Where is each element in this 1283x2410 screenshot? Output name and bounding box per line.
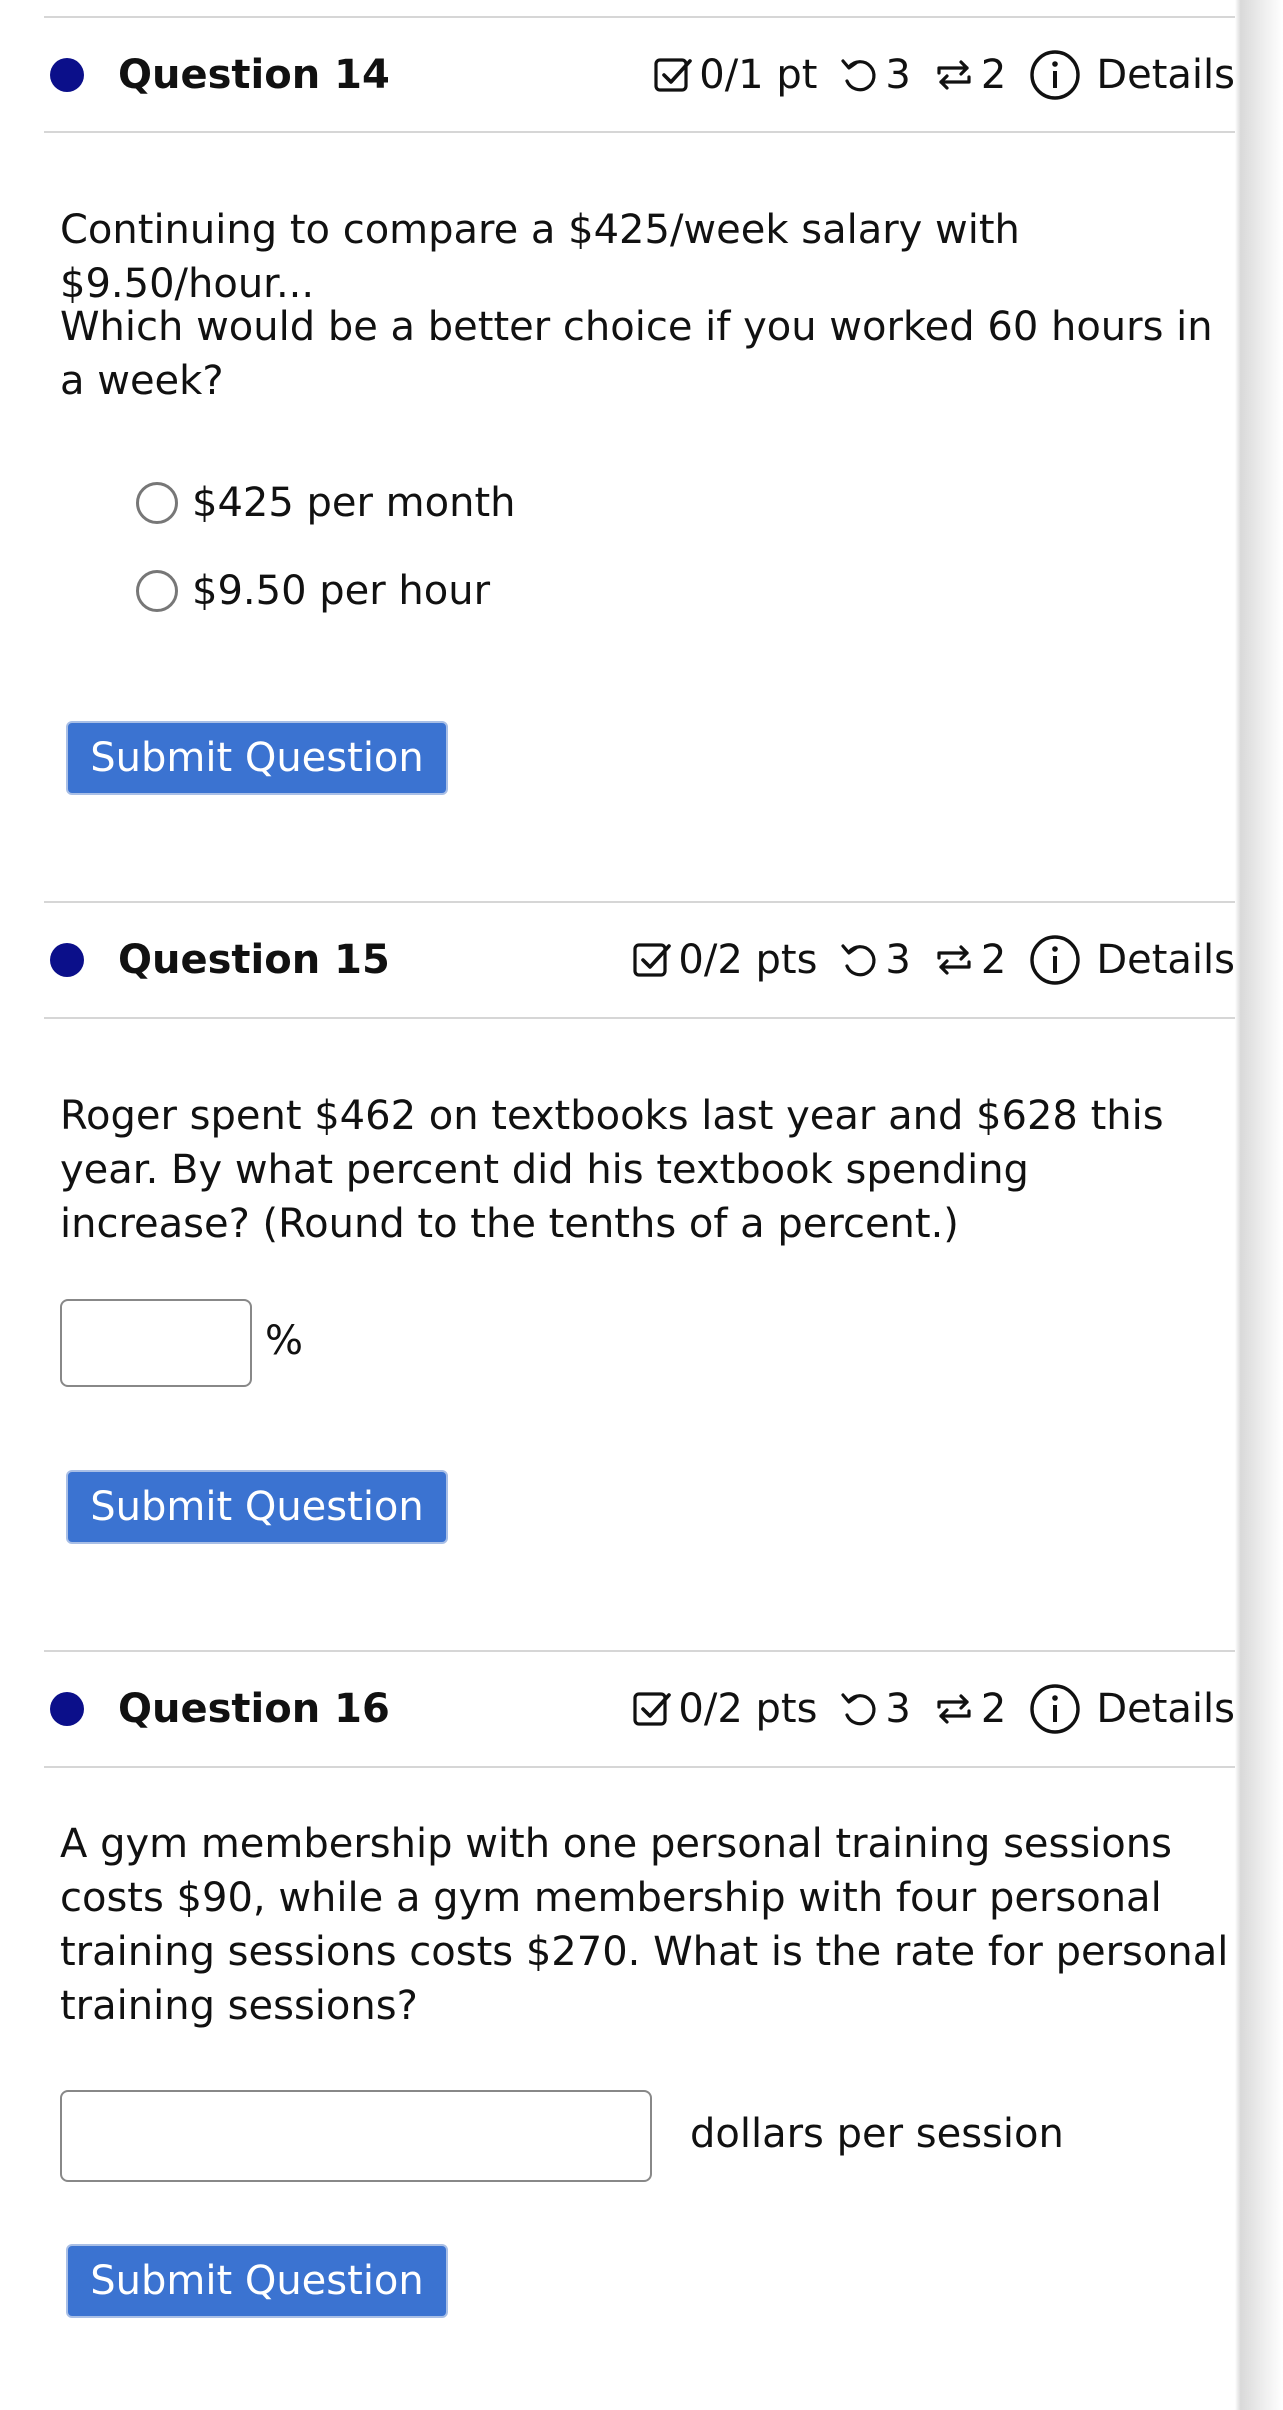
checkbox-icon <box>653 55 693 95</box>
versions-icon <box>933 940 975 980</box>
submit-question-button[interactable]: Submit Question <box>66 2244 448 2318</box>
option-label: $9.50 per hour <box>192 568 491 614</box>
retry-icon <box>839 55 879 95</box>
answer-suffix: dollars per session <box>690 2111 1064 2157</box>
radio-button[interactable] <box>136 482 178 524</box>
divider <box>44 1017 1235 1019</box>
answer-suffix: % <box>265 1318 304 1364</box>
question-meta: 0/2 pts 3 2 Details <box>632 1682 1235 1736</box>
versions-icon <box>933 55 975 95</box>
retries-count: 3 <box>885 52 911 98</box>
retry-icon <box>839 1689 879 1729</box>
retries-count: 3 <box>885 937 911 983</box>
versions-count: 2 <box>980 1686 1007 1732</box>
checkbox-icon <box>632 940 672 980</box>
question-header: Question 14 0/1 pt 3 2 Details <box>44 18 1235 132</box>
details-link[interactable]: Details <box>1096 937 1235 983</box>
question-text: Continuing to compare a $425/week salary… <box>60 207 1020 307</box>
radio-button[interactable] <box>136 570 178 612</box>
question-title: Question 15 <box>118 937 390 983</box>
versions-count: 2 <box>980 52 1007 98</box>
versions-count: 2 <box>980 937 1007 983</box>
retries-count: 3 <box>885 1686 911 1732</box>
divider <box>44 1766 1235 1768</box>
details-link[interactable]: Details <box>1096 52 1235 98</box>
divider <box>44 131 1235 133</box>
question-title: Question 16 <box>118 1686 390 1732</box>
status-dot <box>50 1692 84 1726</box>
page-right-edge-shadow <box>1235 0 1283 2410</box>
score: 0/1 pt <box>699 52 818 98</box>
status-dot <box>50 943 84 977</box>
info-icon[interactable] <box>1028 933 1082 987</box>
question-meta: 0/1 pt 3 2 Details <box>653 48 1235 102</box>
submit-question-button[interactable]: Submit Question <box>66 1470 448 1544</box>
question-title: Question 14 <box>118 52 390 98</box>
rate-answer-input[interactable] <box>60 2090 652 2182</box>
option-label: $425 per month <box>192 480 516 526</box>
question-text: A gym membership with one personal train… <box>60 1821 1229 2029</box>
score: 0/2 pts <box>678 937 818 983</box>
question-text: Roger spent $462 on textbooks last year … <box>60 1093 1164 1247</box>
info-icon[interactable] <box>1028 1682 1082 1736</box>
question-prompt: Which would be a better choice if you wo… <box>60 304 1213 404</box>
question-meta: 0/2 pts 3 2 Details <box>632 933 1235 987</box>
percent-answer-input[interactable] <box>60 1299 252 1387</box>
checkbox-icon <box>632 1689 672 1729</box>
question-header: Question 16 0/2 pts 3 2 Details <box>44 1652 1235 1766</box>
status-dot <box>50 58 84 92</box>
retry-icon <box>839 940 879 980</box>
versions-icon <box>933 1689 975 1729</box>
info-icon[interactable] <box>1028 48 1082 102</box>
option-hourly[interactable]: $9.50 per hour <box>136 568 490 614</box>
question-header: Question 15 0/2 pts 3 2 Details <box>44 903 1235 1017</box>
option-monthly[interactable]: $425 per month <box>136 480 516 526</box>
details-link[interactable]: Details <box>1096 1686 1235 1732</box>
submit-question-button[interactable]: Submit Question <box>66 721 448 795</box>
score: 0/2 pts <box>678 1686 818 1732</box>
